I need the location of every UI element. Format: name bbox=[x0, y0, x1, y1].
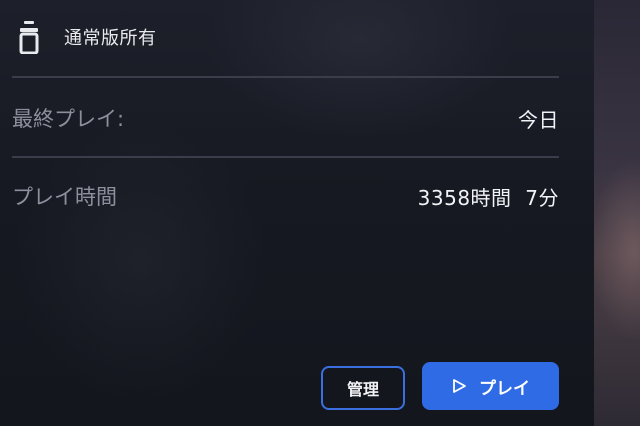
last-played-value: 今日 bbox=[518, 107, 559, 132]
last-played-row: 最終プレイ: 今日 bbox=[12, 98, 559, 138]
play-triangle-icon bbox=[451, 378, 467, 394]
ownership-label: 通常版所有 bbox=[64, 28, 157, 49]
background-artwork-strip bbox=[594, 0, 640, 426]
manage-button[interactable]: 管理 bbox=[321, 366, 405, 410]
play-button[interactable]: プレイ bbox=[422, 362, 559, 410]
play-time-label: プレイ時間 bbox=[12, 185, 117, 209]
manage-button-label: 管理 bbox=[346, 380, 379, 399]
play-button-label: プレイ bbox=[479, 378, 530, 399]
last-played-label: 最終プレイ: bbox=[12, 107, 125, 131]
game-detail-screen: 通常版所有 最終プレイ: 今日 プレイ時間 3358時間 7分 管理 プレイ bbox=[0, 0, 640, 426]
bottle-icon bbox=[18, 20, 40, 54]
play-time-row: プレイ時間 3358時間 7分 bbox=[12, 176, 559, 216]
ownership-row: 通常版所有 bbox=[18, 18, 157, 56]
divider bbox=[12, 156, 559, 158]
game-info-panel: 通常版所有 最終プレイ: 今日 プレイ時間 3358時間 7分 管理 プレイ bbox=[0, 0, 594, 426]
divider bbox=[12, 76, 559, 78]
play-time-value: 3358時間 7分 bbox=[417, 185, 559, 210]
